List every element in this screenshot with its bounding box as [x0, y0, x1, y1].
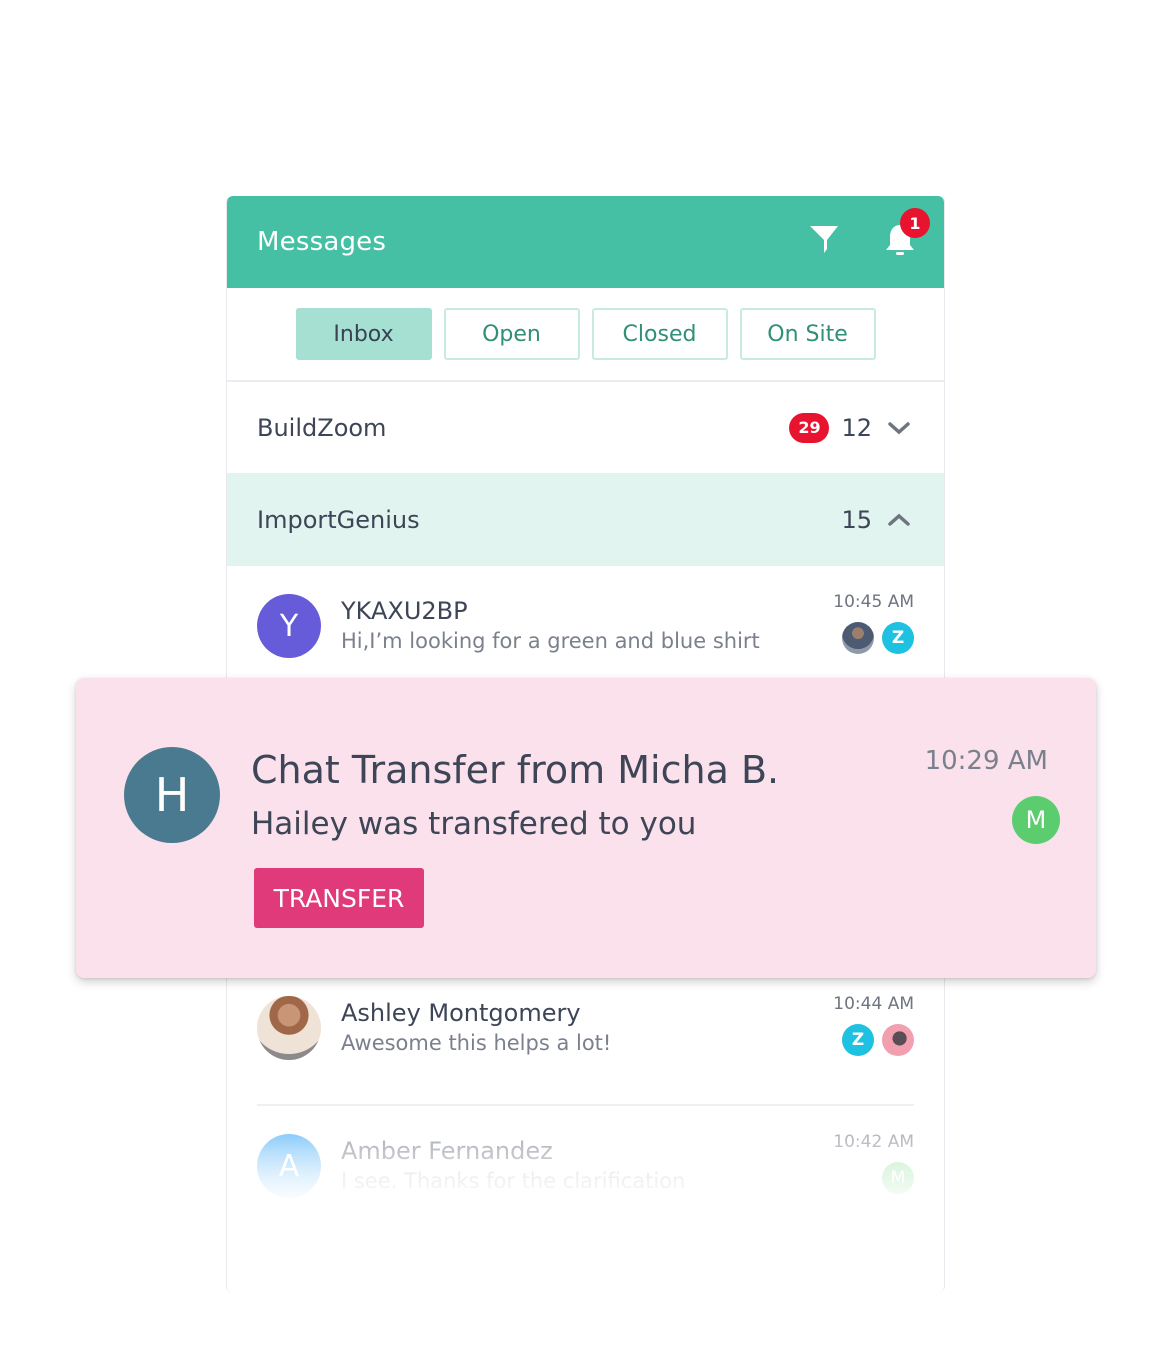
- transfer-button[interactable]: TRANSFER: [254, 868, 424, 928]
- chevron-down-icon[interactable]: [884, 416, 914, 440]
- agent-avatar: Z: [842, 1024, 874, 1056]
- agent-avatar-photo: [882, 1024, 914, 1056]
- agent-avatar: M: [1012, 796, 1060, 844]
- filter-tabs: Inbox Open Closed On Site: [227, 288, 944, 382]
- avatar: Y: [257, 594, 321, 658]
- toast-title: Chat Transfer from Micha B.: [251, 748, 780, 792]
- conversation-name: YKAXU2BP: [341, 597, 468, 625]
- toast-time: 10:29 AM: [924, 746, 1048, 776]
- chat-transfer-notification: H Chat Transfer from Micha B. Hailey was…: [76, 678, 1096, 978]
- tab-inbox[interactable]: Inbox: [295, 308, 432, 360]
- conversation-preview: I see. Thanks for the clarification: [341, 1169, 686, 1193]
- tab-open[interactable]: Open: [443, 308, 580, 360]
- avatar-photo: [257, 996, 321, 1060]
- agent-avatar: M: [882, 1162, 914, 1194]
- agent-avatar-photo: [842, 622, 874, 654]
- conversation-time: 10:44 AM: [833, 994, 914, 1014]
- conversation-item[interactable]: Ashley Montgomery Awesome this helps a l…: [257, 986, 914, 1106]
- chevron-up-icon[interactable]: [884, 508, 914, 532]
- notification-count-badge: 1: [900, 208, 930, 238]
- group-count: 15: [841, 505, 872, 534]
- agent-avatar: Z: [882, 622, 914, 654]
- unread-badge: 29: [789, 412, 830, 443]
- group-buildzoom[interactable]: BuildZoom 29 12: [227, 382, 944, 474]
- group-count: 12: [841, 413, 872, 442]
- avatar: H: [124, 747, 220, 843]
- conversation-item[interactable]: Y YKAXU2BP Hi,I’m looking for a green an…: [257, 566, 914, 686]
- group-name: ImportGenius: [257, 505, 420, 534]
- tab-closed[interactable]: Closed: [591, 308, 728, 360]
- tab-on-site[interactable]: On Site: [739, 308, 876, 360]
- filter-button[interactable]: [806, 220, 842, 260]
- avatar: A: [257, 1134, 321, 1198]
- conversation-name: Amber Fernandez: [341, 1137, 553, 1165]
- conversation-name: Ashley Montgomery: [341, 999, 581, 1027]
- conversation-time: 10:45 AM: [833, 592, 914, 612]
- toast-subtitle: Hailey was transfered to you: [251, 806, 697, 842]
- header-title: Messages: [257, 227, 387, 257]
- notifications-button[interactable]: 1: [882, 208, 930, 260]
- messages-header: Messages 1: [227, 196, 944, 288]
- conversation-time: 10:42 AM: [833, 1132, 914, 1152]
- group-name: BuildZoom: [257, 413, 387, 442]
- conversation-preview: Awesome this helps a lot!: [341, 1031, 612, 1055]
- filter-icon: [810, 226, 838, 253]
- conversation-preview: Hi,I’m looking for a green and blue shir…: [341, 629, 760, 653]
- group-importgenius[interactable]: ImportGenius 15: [227, 474, 944, 566]
- conversation-item[interactable]: A Amber Fernandez I see. Thanks for the …: [257, 1106, 914, 1226]
